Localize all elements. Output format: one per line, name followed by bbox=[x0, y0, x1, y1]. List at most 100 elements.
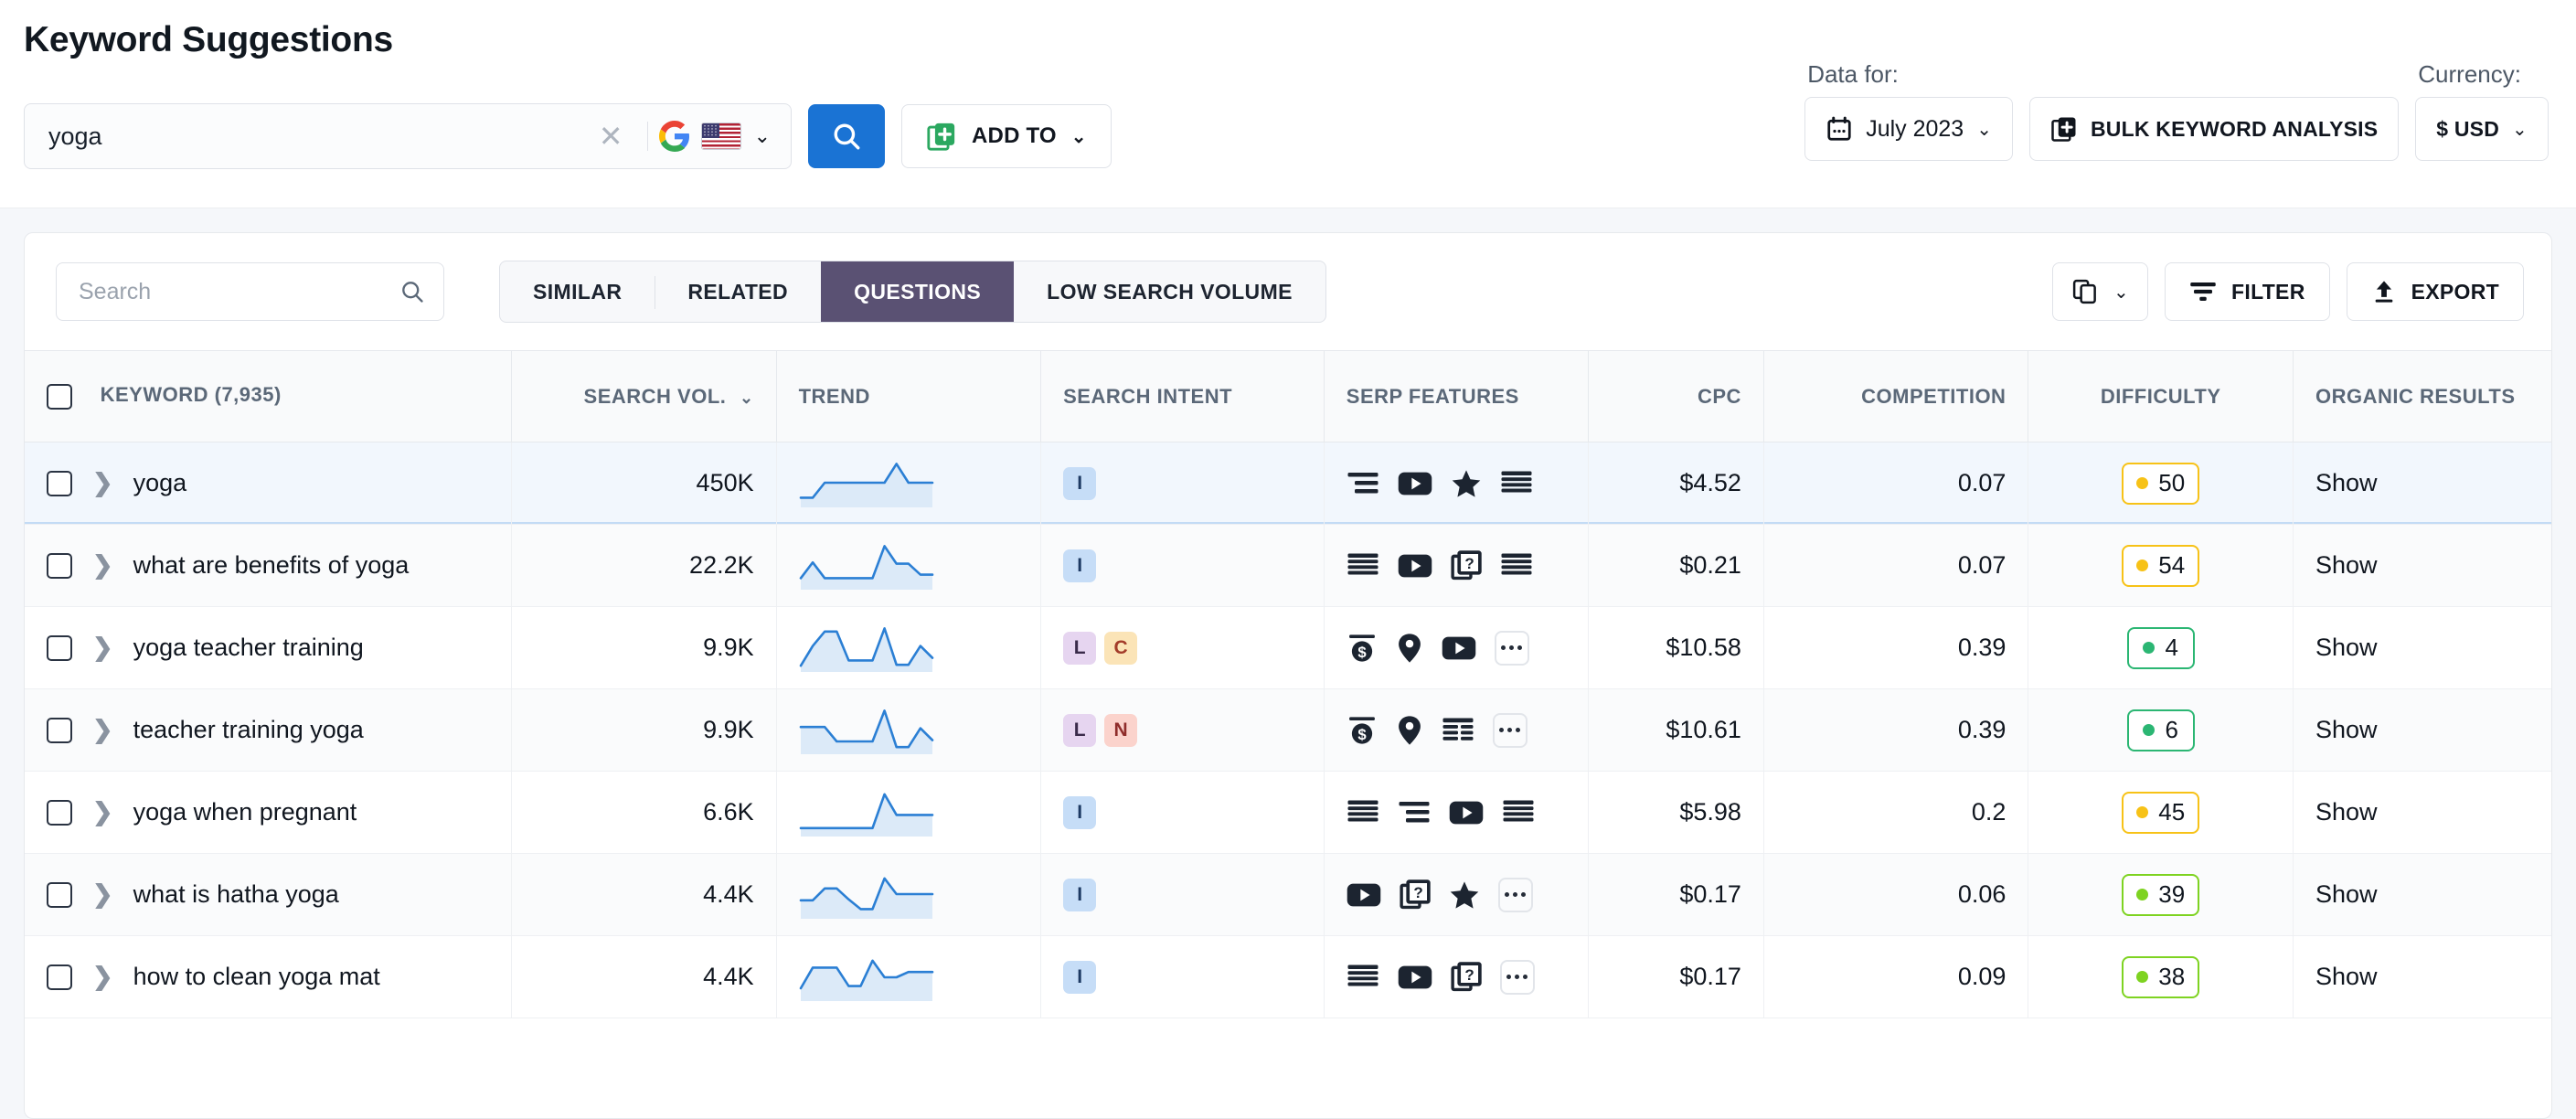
table-row[interactable]: ❯ how to clean yoga mat 4.4K I ? $0.17 0… bbox=[25, 935, 2551, 1018]
difficulty-badge[interactable]: 38 bbox=[2122, 955, 2200, 998]
people-also-ask-icon[interactable]: ? bbox=[1451, 961, 1482, 993]
search-intent-badge[interactable]: I bbox=[1063, 549, 1097, 582]
keyword-text[interactable]: how to clean yoga mat bbox=[133, 963, 380, 991]
local-pack-icon[interactable] bbox=[1500, 470, 1533, 497]
video-icon[interactable] bbox=[1398, 964, 1432, 990]
expand-row-icon[interactable]: ❯ bbox=[92, 551, 113, 580]
expand-row-icon[interactable]: ❯ bbox=[92, 634, 113, 662]
row-checkbox[interactable] bbox=[47, 964, 72, 990]
columns-button[interactable]: ⌄ bbox=[2051, 262, 2149, 321]
video-icon[interactable] bbox=[1398, 471, 1432, 496]
show-organic-link[interactable]: Show bbox=[2315, 880, 2378, 908]
keyword-text[interactable]: yoga teacher training bbox=[133, 634, 364, 662]
table-row[interactable]: ❯ what is hatha yoga 4.4K I ? $0.17 0.06… bbox=[25, 853, 2551, 936]
column-search-volume[interactable]: SEARCH VOL. ⌄ bbox=[511, 350, 777, 442]
row-checkbox[interactable] bbox=[47, 717, 72, 743]
keyword-search-box[interactable]: ✕ ⌄ bbox=[24, 103, 792, 169]
expand-row-icon[interactable]: ❯ bbox=[92, 716, 113, 744]
tab-related[interactable]: RELATED bbox=[655, 261, 821, 322]
show-organic-link[interactable]: Show bbox=[2315, 798, 2378, 826]
export-button[interactable]: EXPORT bbox=[2346, 262, 2524, 321]
difficulty-badge[interactable]: 6 bbox=[2126, 709, 2195, 751]
row-checkbox[interactable] bbox=[47, 881, 72, 908]
local-pack-icon[interactable] bbox=[1347, 964, 1379, 991]
video-icon[interactable] bbox=[1442, 635, 1476, 661]
filter-button[interactable]: FILTER bbox=[2165, 262, 2330, 321]
table-icon[interactable] bbox=[1442, 717, 1474, 744]
video-icon[interactable] bbox=[1347, 882, 1381, 908]
map-pin-icon[interactable] bbox=[1396, 633, 1423, 664]
video-icon[interactable] bbox=[1398, 553, 1432, 579]
add-to-button[interactable]: ADD TO ⌄ bbox=[901, 104, 1112, 168]
table-search-input[interactable] bbox=[79, 278, 399, 305]
search-intent-badge[interactable]: L bbox=[1063, 713, 1097, 747]
more-icon[interactable] bbox=[1494, 630, 1529, 666]
column-cpc[interactable]: CPC bbox=[1588, 350, 1764, 442]
column-serp-features[interactable]: SERP FEATURES bbox=[1323, 350, 1589, 442]
keyword-text[interactable]: what are benefits of yoga bbox=[133, 551, 410, 580]
search-intent-badge[interactable]: I bbox=[1063, 960, 1097, 994]
expand-row-icon[interactable]: ❯ bbox=[92, 963, 113, 991]
show-organic-link[interactable]: Show bbox=[2315, 634, 2378, 661]
table-row[interactable]: ❯ yoga teacher training 9.9K LC $ $10.58… bbox=[25, 606, 2551, 689]
row-checkbox[interactable] bbox=[47, 470, 72, 496]
difficulty-badge[interactable]: 45 bbox=[2122, 791, 2200, 834]
expand-row-icon[interactable]: ❯ bbox=[92, 880, 113, 909]
more-icon[interactable] bbox=[1492, 712, 1528, 748]
keyword-search-input[interactable] bbox=[48, 122, 586, 151]
more-icon[interactable] bbox=[1497, 877, 1533, 912]
table-row[interactable]: ❯ yoga 450K I $4.52 0.07 50 Show bbox=[25, 442, 2551, 525]
keyword-text[interactable]: what is hatha yoga bbox=[133, 880, 339, 909]
search-intent-badge[interactable]: I bbox=[1063, 878, 1097, 911]
difficulty-badge[interactable]: 4 bbox=[2126, 626, 2195, 669]
reviews-icon[interactable] bbox=[1451, 469, 1482, 498]
select-all-checkbox[interactable] bbox=[47, 383, 72, 410]
google-icon[interactable] bbox=[658, 121, 690, 152]
currency-select[interactable]: $ USD ⌄ bbox=[2415, 97, 2549, 161]
column-difficulty[interactable]: DIFFICULTY bbox=[2028, 350, 2294, 442]
reviews-icon[interactable] bbox=[1449, 880, 1480, 910]
difficulty-badge[interactable]: 39 bbox=[2122, 873, 2200, 916]
table-search-box[interactable] bbox=[56, 262, 444, 321]
row-checkbox[interactable] bbox=[47, 552, 72, 579]
row-checkbox[interactable] bbox=[47, 634, 72, 661]
people-also-ask-icon[interactable]: ? bbox=[1451, 549, 1482, 581]
tab-similar[interactable]: SIMILAR bbox=[500, 261, 655, 322]
date-picker-button[interactable]: July 2023 ⌄ bbox=[1804, 97, 2013, 161]
search-button[interactable] bbox=[808, 104, 885, 168]
column-competition[interactable]: COMPETITION bbox=[1762, 350, 2028, 442]
clear-icon[interactable]: ✕ bbox=[586, 122, 636, 151]
keyword-text[interactable]: yoga bbox=[133, 469, 187, 497]
column-search-intent[interactable]: SEARCH INTENT bbox=[1040, 350, 1325, 442]
column-trend[interactable]: TREND bbox=[775, 350, 1041, 442]
difficulty-badge[interactable]: 54 bbox=[2122, 544, 2200, 587]
chevron-down-icon[interactable]: ⌄ bbox=[754, 124, 771, 148]
keyword-text[interactable]: teacher training yoga bbox=[133, 716, 364, 744]
table-row[interactable]: ❯ teacher training yoga 9.9K LN $ $10.61… bbox=[25, 688, 2551, 772]
search-intent-badge[interactable]: C bbox=[1104, 631, 1138, 665]
search-intent-badge[interactable]: I bbox=[1063, 466, 1097, 500]
tab-low-search-volume[interactable]: LOW SEARCH VOLUME bbox=[1014, 261, 1325, 322]
bulk-keyword-analysis-button[interactable]: BULK KEYWORD ANALYSIS bbox=[2028, 97, 2400, 161]
show-organic-link[interactable]: Show bbox=[2315, 716, 2378, 743]
ads-icon[interactable]: $ bbox=[1347, 716, 1378, 745]
difficulty-badge[interactable]: 50 bbox=[2122, 462, 2200, 505]
search-intent-badge[interactable]: N bbox=[1104, 713, 1138, 747]
keyword-text[interactable]: yoga when pregnant bbox=[133, 798, 357, 826]
show-organic-link[interactable]: Show bbox=[2315, 469, 2378, 496]
show-organic-link[interactable]: Show bbox=[2315, 963, 2378, 990]
people-also-ask-icon[interactable]: ? bbox=[1400, 879, 1431, 911]
local-pack-icon[interactable] bbox=[1502, 799, 1535, 826]
column-organic-results[interactable]: ORGANIC RESULTS bbox=[2292, 350, 2551, 442]
show-organic-link[interactable]: Show bbox=[2315, 551, 2378, 579]
search-intent-badge[interactable]: L bbox=[1063, 631, 1097, 665]
row-checkbox[interactable] bbox=[47, 799, 72, 826]
more-icon[interactable] bbox=[1499, 959, 1535, 995]
expand-row-icon[interactable]: ❯ bbox=[92, 469, 113, 497]
us-flag-icon[interactable] bbox=[700, 123, 741, 150]
map-pin-icon[interactable] bbox=[1396, 715, 1423, 746]
local-pack-icon[interactable] bbox=[1347, 552, 1379, 580]
column-keyword[interactable]: KEYWORD (7,935) bbox=[25, 350, 512, 442]
tab-questions[interactable]: QUESTIONS bbox=[821, 261, 1015, 322]
video-icon[interactable] bbox=[1449, 800, 1484, 826]
